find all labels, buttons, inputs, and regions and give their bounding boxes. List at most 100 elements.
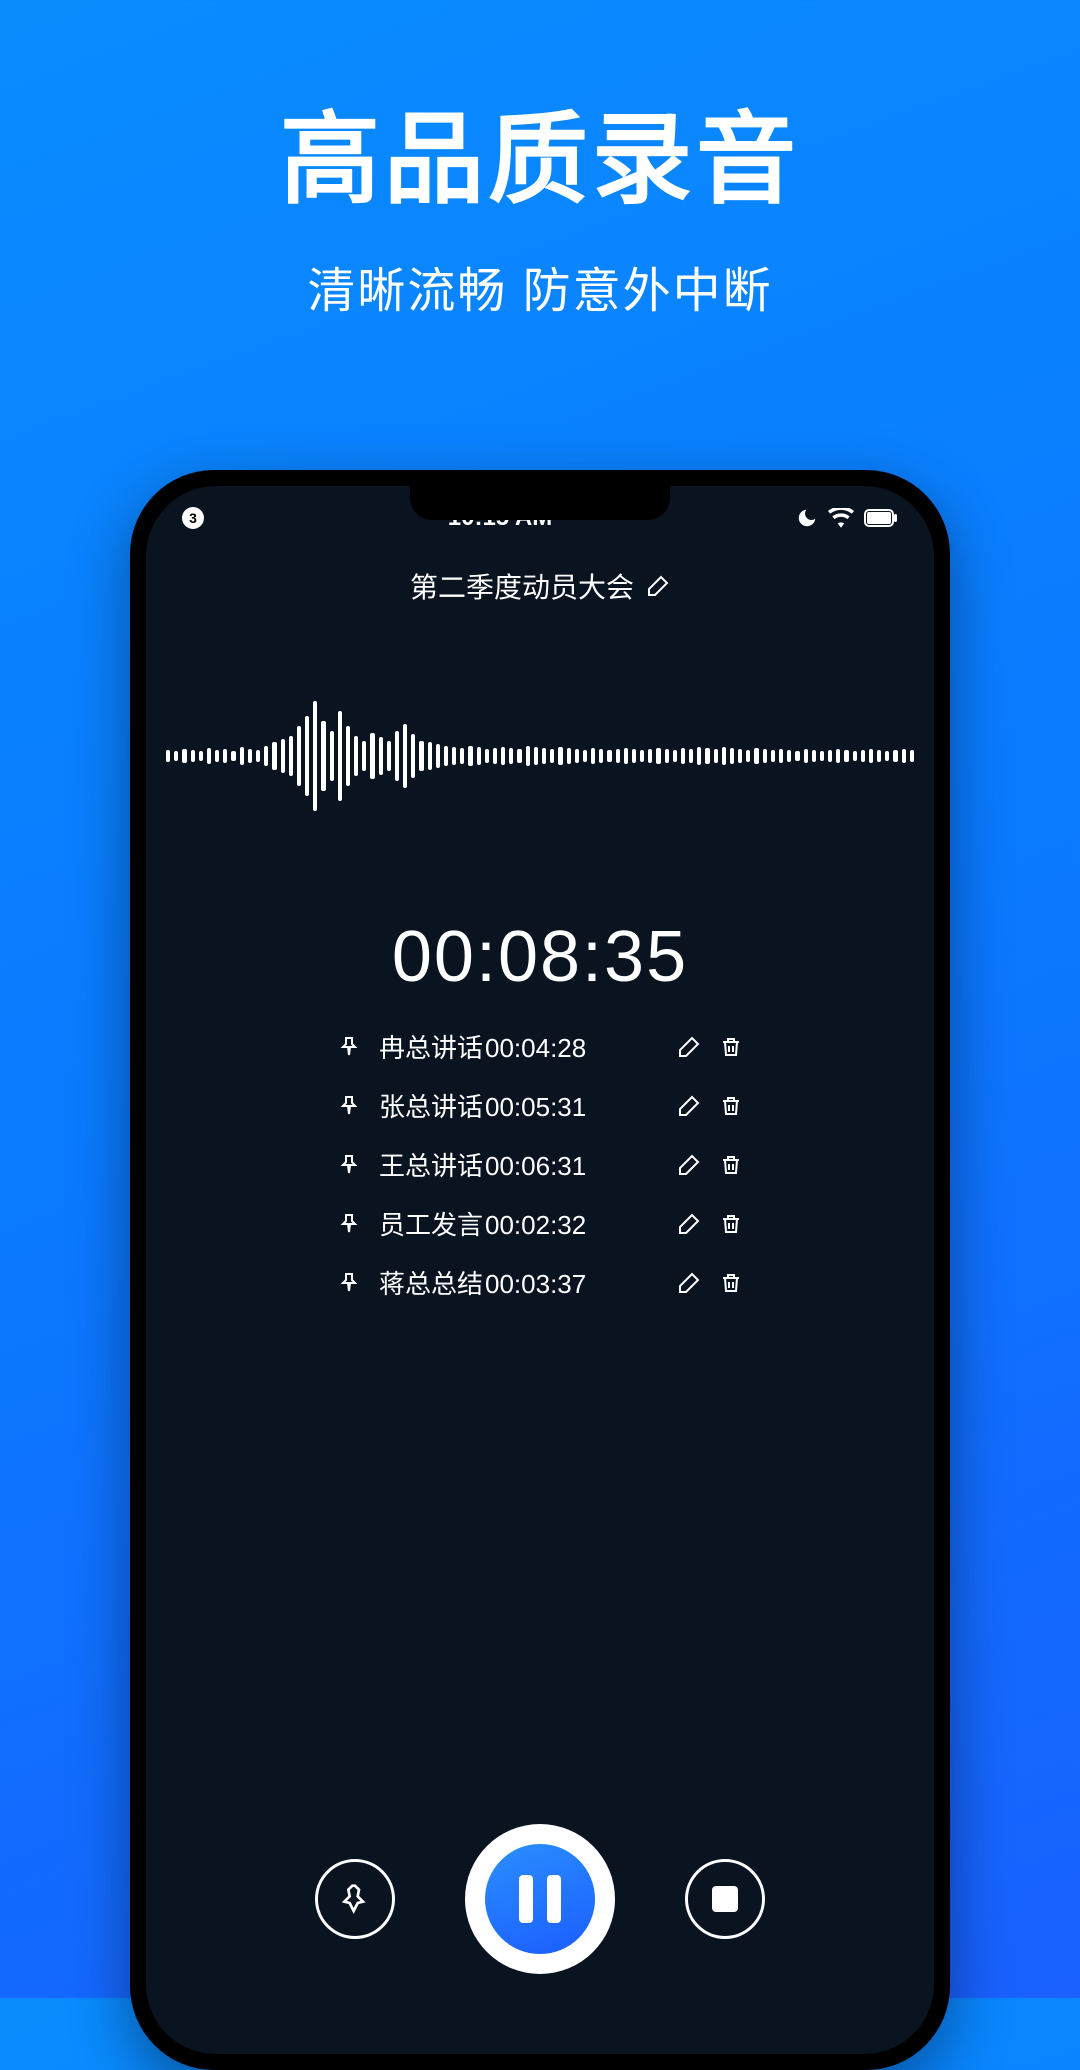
wifi-icon — [828, 508, 854, 528]
waveform-bar — [166, 750, 170, 762]
waveform-bar — [616, 749, 620, 763]
bookmark-label: 冉总讲话 — [379, 1028, 483, 1065]
waveform-bar — [477, 747, 481, 765]
bookmark-time: 00:04:28 — [485, 1033, 586, 1064]
waveform-bar — [248, 749, 252, 763]
bookmark-time: 00:03:37 — [485, 1269, 586, 1300]
waveform-bar — [240, 747, 244, 765]
waveform-bar — [885, 751, 889, 761]
waveform-bar — [665, 749, 669, 763]
waveform-bar — [509, 748, 513, 764]
waveform-bar — [256, 750, 260, 762]
bookmark-time: 00:02:32 — [485, 1210, 586, 1241]
waveform-bar — [853, 751, 857, 761]
waveform-bar — [379, 737, 383, 775]
pin-icon[interactable] — [337, 1212, 361, 1236]
waveform-bar — [231, 751, 235, 761]
pause-bar-left — [519, 1875, 533, 1923]
waveform-bar — [281, 739, 285, 773]
edit-icon[interactable] — [677, 1212, 701, 1236]
waveform-bar — [607, 750, 611, 762]
waveform-bar — [395, 731, 399, 781]
waveform-bar — [714, 749, 718, 763]
waveform-bar — [517, 749, 521, 763]
trash-icon[interactable] — [719, 1035, 743, 1059]
stop-icon — [712, 1886, 738, 1912]
bookmark-row: 王总讲话00:06:31 — [337, 1146, 743, 1183]
waveform-bar — [321, 721, 325, 791]
waveform-bar — [289, 736, 293, 776]
waveform-bar — [215, 750, 219, 762]
stop-button[interactable] — [685, 1859, 765, 1939]
waveform-bar — [632, 749, 636, 763]
bookmark-row: 冉总讲话00:04:28 — [337, 1028, 743, 1065]
pin-icon[interactable] — [337, 1153, 361, 1177]
battery-icon — [864, 509, 898, 527]
waveform-bar — [575, 749, 579, 763]
edit-icon[interactable] — [677, 1271, 701, 1295]
waveform-bar — [297, 726, 301, 786]
edit-title-icon[interactable] — [646, 574, 670, 598]
waveform-bar — [861, 750, 865, 762]
waveform-bar — [583, 750, 587, 762]
waveform-bar — [738, 749, 742, 763]
bookmark-row: 员工发言00:02:32 — [337, 1205, 743, 1242]
waveform-bar — [436, 744, 440, 768]
waveform-bar — [820, 751, 824, 761]
waveform-bar — [754, 748, 758, 764]
waveform-bar — [468, 746, 472, 766]
waveform-bar — [828, 750, 832, 762]
pin-icon[interactable] — [337, 1035, 361, 1059]
waveform-bar — [174, 751, 178, 761]
waveform-bar — [460, 748, 464, 764]
hero-subtitle: 清晰流畅 防意外中断 — [0, 251, 1080, 321]
trash-icon[interactable] — [719, 1271, 743, 1295]
pin-icon — [339, 1883, 371, 1915]
waveform-bar — [656, 748, 660, 764]
waveform-bar — [902, 749, 906, 763]
recording-title: 第二季度动员大会 — [410, 566, 634, 606]
edit-icon[interactable] — [677, 1094, 701, 1118]
waveform-bar — [411, 734, 415, 778]
bookmark-row: 蒋总总结00:03:37 — [337, 1264, 743, 1301]
trash-icon[interactable] — [719, 1212, 743, 1236]
waveform-bar — [305, 716, 309, 796]
waveform-bar — [191, 750, 195, 762]
moon-icon — [796, 507, 818, 529]
waveform-bar — [428, 742, 432, 770]
hero-title: 高品质录音 — [0, 78, 1080, 223]
edit-icon[interactable] — [677, 1035, 701, 1059]
bookmark-list: 冉总讲话00:04:28 张总讲话00:05:31 王总讲话00:06:31 员… — [146, 1028, 934, 1301]
waveform-bar — [223, 749, 227, 763]
waveform-bar — [763, 749, 767, 763]
waveform-bar — [640, 750, 644, 762]
waveform-bar — [722, 747, 726, 765]
pause-bar-right — [547, 1875, 561, 1923]
pin-icon[interactable] — [337, 1094, 361, 1118]
waveform-bar — [893, 750, 897, 762]
bookmark-time: 00:05:31 — [485, 1092, 586, 1123]
waveform-bar — [534, 747, 538, 765]
waveform-bar — [697, 747, 701, 765]
trash-icon[interactable] — [719, 1153, 743, 1177]
edit-icon[interactable] — [677, 1153, 701, 1177]
pin-icon[interactable] — [337, 1271, 361, 1295]
pause-button[interactable] — [465, 1824, 615, 1974]
status-badge: 3 — [182, 507, 204, 529]
waveform-bar — [910, 750, 914, 762]
waveform-bar — [648, 749, 652, 763]
waveform-bar — [354, 736, 358, 776]
waveform-bar — [877, 750, 881, 762]
waveform-bar — [199, 751, 203, 761]
waveform-bar — [730, 748, 734, 764]
waveform-bar — [681, 748, 685, 764]
waveform-bar — [207, 748, 211, 764]
waveform-bar — [599, 749, 603, 763]
pin-button[interactable] — [315, 1859, 395, 1939]
bookmark-label: 员工发言 — [379, 1205, 483, 1242]
trash-icon[interactable] — [719, 1094, 743, 1118]
bookmark-label: 王总讲话 — [379, 1146, 483, 1183]
waveform-bar — [705, 748, 709, 764]
phone-mockup: 3 10:15 AM 第二季度动员大会 00:08:35 冉总讲话00:04:2… — [130, 470, 950, 2070]
waveform-bar — [403, 724, 407, 788]
